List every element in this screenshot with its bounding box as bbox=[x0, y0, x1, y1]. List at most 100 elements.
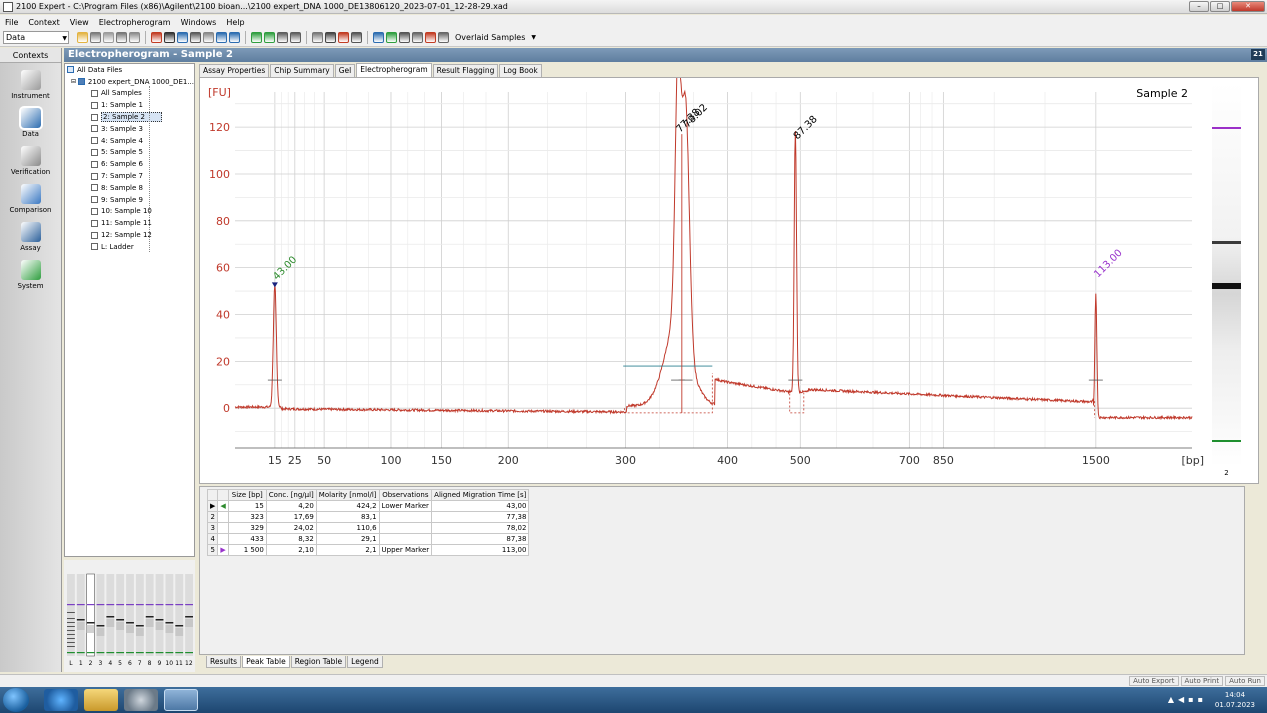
tray-icons[interactable]: ▲◀▪▪ bbox=[1168, 695, 1207, 704]
tab-gel[interactable]: Gel bbox=[334, 64, 356, 77]
gel-lane-label[interactable]: 2 bbox=[86, 660, 96, 667]
export-icon[interactable] bbox=[116, 32, 127, 43]
chevron-down-icon[interactable]: ▼ bbox=[531, 34, 536, 41]
tab-region-table[interactable]: Region Table bbox=[290, 656, 347, 668]
menu-view[interactable]: View bbox=[65, 18, 94, 27]
context-verification[interactable]: Verification bbox=[0, 139, 61, 177]
pan-icon[interactable] bbox=[325, 32, 336, 43]
palette-icon[interactable] bbox=[412, 32, 423, 43]
table-row[interactable]: 3 329 24,02 110,6 78,02 bbox=[206, 522, 530, 534]
tab-log-book[interactable]: Log Book bbox=[499, 64, 542, 77]
open-icon[interactable] bbox=[77, 32, 88, 43]
context-system[interactable]: System bbox=[0, 253, 61, 291]
context-data[interactable]: Data bbox=[0, 101, 61, 139]
gel-lane-label[interactable]: 8 bbox=[145, 660, 155, 667]
column-header[interactable]: Aligned Migration Time [s] bbox=[431, 489, 530, 501]
gel-lane-label[interactable]: 5 bbox=[115, 660, 125, 667]
tab-legend[interactable]: Legend bbox=[347, 656, 383, 668]
browser-icon[interactable] bbox=[44, 689, 78, 711]
grid-icon[interactable] bbox=[164, 32, 175, 43]
column-header[interactable]: Conc. [ng/µl] bbox=[265, 489, 317, 501]
tab-assay-properties[interactable]: Assay Properties bbox=[199, 64, 270, 77]
auto-export-button[interactable]: Auto Export bbox=[1129, 676, 1179, 686]
peak-icon[interactable] bbox=[351, 32, 362, 43]
gel-lane-label[interactable]: 7 bbox=[135, 660, 145, 667]
tree-root[interactable]: All Data Files bbox=[65, 64, 194, 76]
minimize-button[interactable]: – bbox=[1189, 1, 1209, 12]
marker-icon[interactable] bbox=[399, 32, 410, 43]
column-header[interactable]: Size [bp] bbox=[227, 489, 267, 501]
context-instrument[interactable]: Instrument bbox=[0, 63, 61, 101]
tree-item[interactable]: 8: Sample 8 bbox=[65, 182, 194, 194]
gel-lane-label[interactable]: 10 bbox=[164, 660, 174, 667]
chart-icon[interactable] bbox=[151, 32, 162, 43]
tab-results[interactable]: Results bbox=[206, 656, 242, 668]
gel-lane-label[interactable]: 12 bbox=[184, 660, 194, 667]
tree-item[interactable]: 5: Sample 5 bbox=[65, 147, 194, 159]
column-header[interactable]: Observations bbox=[378, 489, 433, 501]
menu-file[interactable]: File bbox=[0, 18, 23, 27]
tab-peak-table[interactable]: Peak Table bbox=[242, 656, 290, 668]
peak-icon[interactable] bbox=[338, 32, 349, 43]
frame-icon[interactable] bbox=[277, 32, 288, 43]
gel-lane-label[interactable]: 9 bbox=[154, 660, 164, 667]
tree-item[interactable]: 1: Sample 1 bbox=[65, 99, 194, 111]
auto-print-button[interactable]: Auto Print bbox=[1180, 676, 1224, 686]
tree-item[interactable]: 3: Sample 3 bbox=[65, 123, 194, 135]
forward-icon[interactable] bbox=[264, 32, 275, 43]
gel-lane-label[interactable]: 3 bbox=[95, 660, 105, 667]
context-comparison[interactable]: Comparison bbox=[0, 177, 61, 215]
menu-help[interactable]: Help bbox=[221, 18, 249, 27]
gel-lane-label[interactable]: 6 bbox=[125, 660, 135, 667]
table-icon[interactable] bbox=[177, 32, 188, 43]
column-header[interactable] bbox=[217, 489, 229, 501]
gel-thumbnail[interactable]: L 1 2 3 4 5 6 7 8 9 10 11 12 bbox=[64, 560, 195, 672]
expert-taskbar-icon[interactable] bbox=[164, 689, 198, 711]
zoom-icon[interactable] bbox=[312, 32, 323, 43]
tree-file[interactable]: ⊟ 2100 expert_DNA 1000_DE1... bbox=[65, 76, 194, 88]
table-row[interactable]: 2 323 17,69 83,1 77,38 bbox=[206, 511, 530, 523]
gel-lanes[interactable] bbox=[66, 564, 194, 658]
tree-item[interactable]: 7: Sample 7 bbox=[65, 170, 194, 182]
context-assay[interactable]: Assay bbox=[0, 215, 61, 253]
tree-item[interactable]: 6: Sample 6 bbox=[65, 158, 194, 170]
line-icon[interactable] bbox=[386, 32, 397, 43]
column-header[interactable]: Molarity [nmol/l] bbox=[315, 489, 380, 501]
pin-button[interactable]: 21 bbox=[1251, 49, 1265, 60]
menu-context[interactable]: Context bbox=[23, 18, 64, 27]
file-explorer-icon[interactable] bbox=[84, 689, 118, 711]
view-icon[interactable] bbox=[203, 32, 214, 43]
import-icon[interactable] bbox=[129, 32, 140, 43]
close-button[interactable]: ✕ bbox=[1231, 1, 1265, 12]
tab-electropherogram[interactable]: Electropherogram bbox=[356, 63, 432, 77]
clock[interactable]: 14:04 01.07.2023 bbox=[1215, 690, 1255, 710]
circle-icon[interactable] bbox=[229, 32, 240, 43]
electropherogram-plot[interactable]: 0 20 40 60 80 100 120 15 25 50 100 150 200 300 400 500 7… bbox=[200, 25, 1210, 483]
tree-item[interactable]: 4: Sample 4 bbox=[65, 135, 194, 147]
tree-item[interactable]: L: Ladder bbox=[65, 241, 194, 253]
tree-item[interactable]: 12: Sample 12 bbox=[65, 229, 194, 241]
tree-item[interactable]: 10: Sample 10 bbox=[65, 206, 194, 218]
expand-icon[interactable]: ⊟ bbox=[71, 78, 76, 85]
frame-icon[interactable] bbox=[290, 32, 301, 43]
tab-result-flagging[interactable]: Result Flagging bbox=[432, 64, 499, 77]
tree-item[interactable]: 2: Sample 2 bbox=[65, 111, 194, 123]
context-select[interactable]: Data ▼ bbox=[3, 31, 69, 44]
electropherogram-chart[interactable]: 0 20 40 60 80 100 120 15 25 50 100 150 200 300 400 500 7… bbox=[199, 25, 1259, 484]
layout-icon[interactable] bbox=[190, 32, 201, 43]
app-taskbar-icon[interactable] bbox=[124, 689, 158, 711]
table-row[interactable]: 5 ▶ 1 500 2,10 2,1 Upper Marker 113,00 bbox=[206, 544, 530, 556]
gel-lane-label[interactable]: 1 bbox=[76, 660, 86, 667]
back-icon[interactable] bbox=[251, 32, 262, 43]
menu-windows[interactable]: Windows bbox=[176, 18, 222, 27]
gel-lane-label[interactable]: L bbox=[66, 660, 76, 667]
peak-table[interactable]: Size [bp] Conc. [ng/µl] Molarity [nmol/l] O… bbox=[206, 489, 530, 556]
print-icon[interactable] bbox=[103, 32, 114, 43]
menu-electropherogram[interactable]: Electropherogram bbox=[94, 18, 176, 27]
scale-icon[interactable] bbox=[438, 32, 449, 43]
auto-run-button[interactable]: Auto Run bbox=[1225, 676, 1265, 686]
table-row[interactable]: 4 433 8,32 29,1 87,38 bbox=[206, 533, 530, 545]
save-icon[interactable] bbox=[90, 32, 101, 43]
tab-chip-summary[interactable]: Chip Summary bbox=[270, 64, 334, 77]
maximize-button[interactable]: □ bbox=[1210, 1, 1230, 12]
